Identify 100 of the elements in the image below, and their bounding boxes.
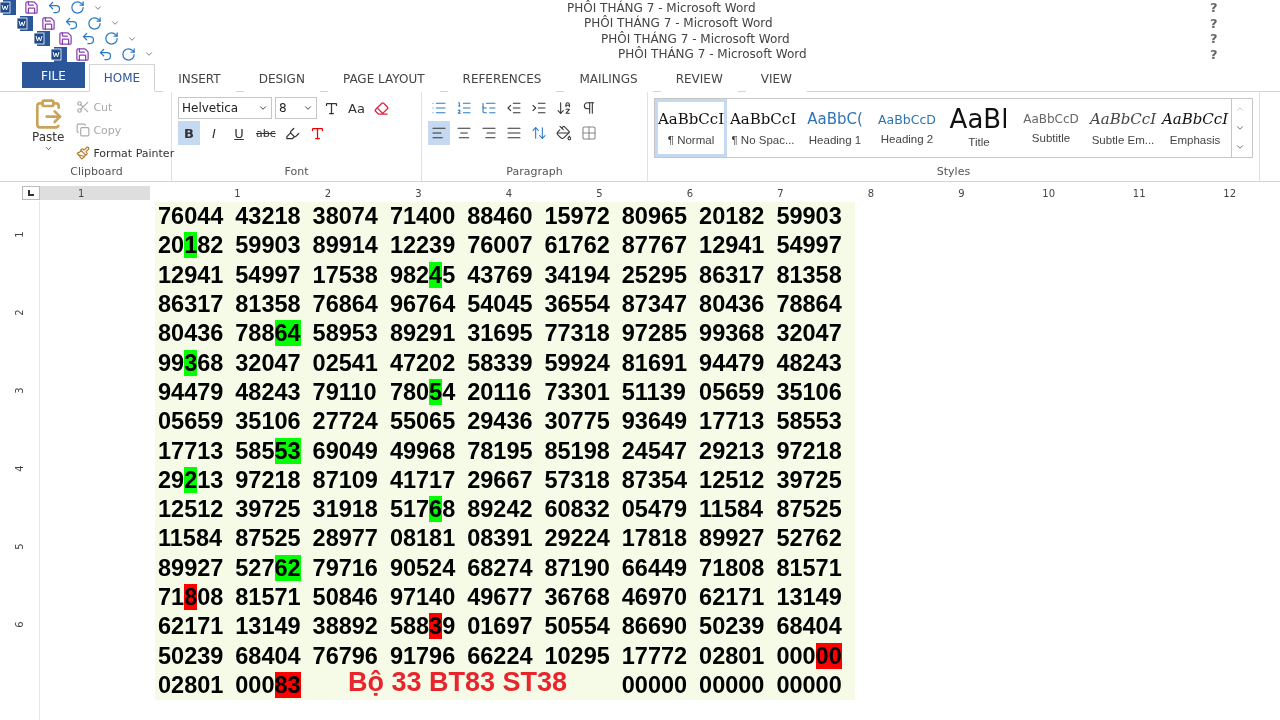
font-name-field[interactable]: Helvetica [178,97,272,119]
paste-button[interactable]: Paste [28,96,69,165]
paintbrush-icon [76,146,91,160]
undo-icon[interactable] [64,15,79,31]
save-icon[interactable] [58,31,73,47]
style-item[interactable]: AaBbCcI ¶ Normal [655,99,727,157]
style-name: Subtle Em... [1091,134,1155,146]
ruler-number: 1 [78,187,85,199]
number-group: 00000 [699,671,777,699]
ruler-number: 5 [595,187,603,199]
number-group: 81691 [621,349,700,377]
number-group: 05659 [699,378,777,406]
number-group: 12512 [699,466,777,494]
number-group: 29213 [699,437,777,465]
number-group: 81358 [235,291,313,319]
file-tab[interactable]: FILE [22,62,85,88]
undo-icon[interactable] [98,46,113,62]
align-icon [506,125,522,141]
ruler-number: 7 [776,187,784,199]
number-group: 11584 [158,525,236,553]
number-group: 50239 [158,642,236,670]
increase-indent-icon [531,100,547,116]
scroll-down-icon[interactable] [1234,123,1245,133]
help-button[interactable]: ? [1210,0,1280,16]
number-group: 62171 [158,613,236,641]
number-group: 78195 [467,437,545,465]
number-group: 20116 [467,378,545,406]
number-group: 48243 [235,378,313,406]
style-preview: AaBbCcD [1023,112,1079,126]
number-group: 29224 [544,525,622,553]
number-group: 00000 [776,642,854,670]
save-icon[interactable] [41,15,56,31]
ruler-number: 2 [14,309,25,316]
borders-icon [581,125,597,141]
copy-icon [76,123,91,137]
caret-icon [43,144,53,153]
number-group: 69049 [312,437,390,465]
bold-button[interactable]: B [178,121,200,145]
number-group: 17538 [312,261,390,289]
number-group: 87190 [544,554,622,582]
ruler-number: 8 [866,187,874,199]
redo-icon[interactable] [87,15,102,31]
number-group: 29213 [158,466,236,494]
number-group: 86317 [699,261,777,289]
number-group: 34194 [544,261,622,289]
number-group: 49968 [389,437,468,465]
number-group: 36768 [544,584,622,611]
number-group: 02801 [699,642,777,670]
style-name: Title [968,136,990,148]
ruler-number: 1 [14,231,25,238]
number-group: 12941 [699,232,777,260]
number-group: 00000 [621,671,700,699]
style-preview: AaBbC( [807,110,863,128]
number-group: 87347 [621,291,700,319]
number-group: 54997 [776,232,854,260]
number-group: 71808 [699,554,777,582]
number-group: 68404 [776,613,854,641]
italic-button[interactable]: I [203,121,225,145]
ruler-number: 4 [504,187,512,199]
underline-button[interactable]: U [228,121,250,145]
eraser-icon [374,100,390,116]
number-group: 81571 [235,584,313,611]
number-group: 59924 [544,349,622,377]
number-group: 90524 [389,554,468,582]
align-button[interactable] [428,121,450,145]
redo-icon[interactable] [70,0,85,16]
number-group: 50554 [544,613,622,641]
undo-icon[interactable] [47,0,62,16]
number-group: 71400 [389,203,468,231]
number-group: 13149 [776,584,854,611]
number-group: 12512 [158,496,236,524]
group-label: Font [283,165,310,180]
number-group: 76796 [312,642,390,670]
decrease-indent-icon [506,100,522,116]
redo-icon[interactable] [104,31,119,47]
group-label: Paragraph [505,165,564,180]
font-size-field[interactable]: 8 [275,97,317,119]
ribbon-tab[interactable]: HOME [88,64,156,92]
ruler-number: 2 [323,187,331,199]
save-icon[interactable] [75,46,90,62]
format-painter-button[interactable]: Format Painter [74,142,177,164]
number-group: 96764 [389,291,468,319]
number-group: 89914 [312,232,390,260]
undo-icon[interactable] [81,31,96,47]
ruler-number: 5 [14,543,25,550]
number-group: 20182 [158,232,236,260]
style-name: Heading 1 [808,134,862,146]
help-button[interactable]: ? [1210,15,1280,31]
save-icon[interactable] [24,0,39,16]
help-button[interactable]: ? [1210,31,1280,47]
number-group: 32047 [776,320,854,348]
number-group: 87109 [312,466,390,494]
number-group: 77318 [544,320,622,348]
strikethrough-button[interactable]: abc [253,121,279,145]
number-group: 51768 [389,496,468,524]
change-case-button[interactable]: Aa [345,96,368,120]
number-group: 11584 [699,496,777,524]
number-group: 17713 [699,408,777,436]
redo-icon[interactable] [121,46,136,62]
help-button[interactable]: ? [1210,46,1280,62]
